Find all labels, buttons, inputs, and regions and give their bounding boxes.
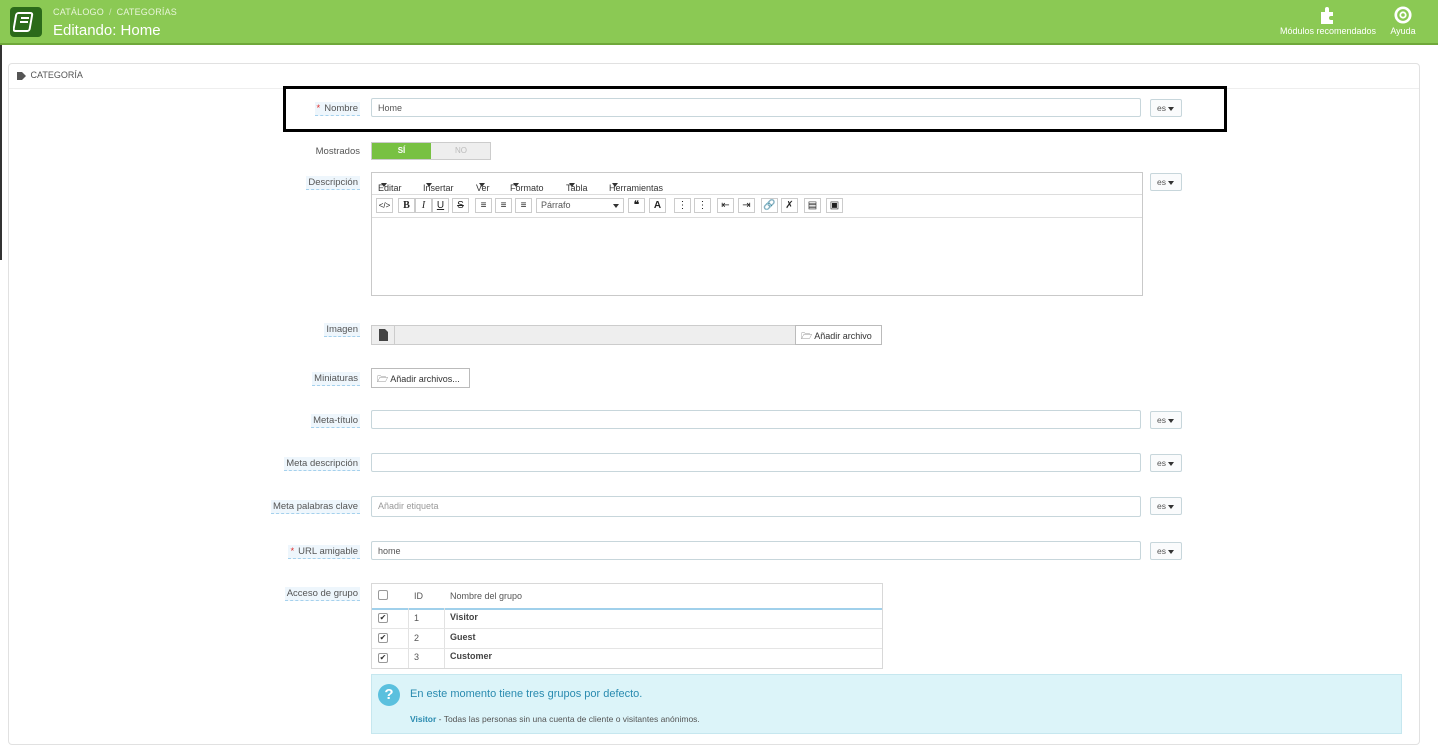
numbered-list-icon[interactable]: ⋮ (694, 198, 711, 213)
recommended-modules-button[interactable]: Módulos recomendados (1276, 6, 1380, 36)
help-button[interactable]: Ayuda (1388, 6, 1418, 36)
description-editor: Editar Insertar Ver Formato Tabla Herram… (371, 172, 1143, 296)
meta-titulo-lang-select[interactable]: es (1150, 411, 1182, 429)
mostrados-switch[interactable]: SÍ NO (371, 142, 491, 160)
folder-open-icon: 🗁 (377, 374, 389, 384)
tags-icon (17, 71, 26, 80)
imagen-label: Imagen (324, 323, 360, 337)
highlight-box (283, 86, 1227, 132)
align-right-icon[interactable]: ≡ (515, 198, 532, 213)
url-amigable-label: * URL amigable (288, 545, 360, 559)
outdent-icon[interactable]: ⇤ (717, 198, 734, 213)
meta-titulo-label: Meta-título (311, 414, 360, 428)
link-icon[interactable]: 🔗 (761, 198, 778, 213)
table-row: ✔ 3 Customer (372, 648, 882, 668)
col-name: Nombre del grupo (450, 591, 523, 601)
panel-title: CATEGORÍA (17, 70, 83, 80)
panel-title-text: CATEGORÍA (30, 70, 83, 80)
underline-icon[interactable]: U (432, 198, 449, 213)
left-edge (0, 45, 2, 260)
group-checkbox[interactable]: ✔ (378, 613, 388, 623)
miniaturas-label: Miniaturas (312, 372, 360, 386)
align-center-icon[interactable]: ≡ (495, 198, 512, 213)
editor-toolbar: </> B I U S ≡ ≡ ≡ Párrafo ❝ A ⋮ ⋮ ⇤ ⇥ 🔗 … (372, 195, 1142, 218)
caret-down-icon (1167, 549, 1174, 554)
group-checkbox[interactable]: ✔ (378, 633, 388, 643)
group-id: 2 (414, 633, 420, 643)
meta-palabras-input[interactable]: Añadir etiqueta (371, 496, 1141, 517)
info-title: En este momento tiene tres grupos por de… (410, 688, 643, 700)
puzzle-icon (1321, 7, 1333, 24)
align-left-icon[interactable]: ≡ (475, 198, 492, 213)
unlink-icon[interactable]: ✗ (781, 198, 798, 213)
file-icon (372, 326, 395, 344)
group-name: Customer (450, 651, 493, 661)
info-text: Visitor - Todas las personas sin una cue… (410, 714, 700, 724)
url-amigable-lang-select[interactable]: es (1150, 542, 1182, 560)
image-icon[interactable]: ▣ (826, 198, 843, 213)
group-access-table: ID Nombre del grupo ✔ 1 Visitor ✔ 2 Gues… (371, 583, 883, 669)
breadcrumb: CATÁLOGO / CATEGORÍAS (53, 7, 177, 17)
meta-descripcion-lang-select[interactable]: es (1150, 454, 1182, 472)
descripcion-label: Descripción (306, 176, 360, 190)
add-file-button[interactable]: 🗁 Añadir archivo (795, 325, 882, 345)
acceso-grupo-label: Acceso de grupo (284, 587, 360, 601)
editor-menubar: Editar Insertar Ver Formato Tabla Herram… (372, 173, 1142, 195)
breadcrumb-catalogo[interactable]: CATÁLOGO (53, 7, 104, 17)
question-icon: ? (378, 684, 400, 706)
mostrados-label: Mostrados (315, 146, 360, 157)
table-row: ✔ 1 Visitor (372, 608, 882, 629)
source-code-icon[interactable]: </> (376, 198, 393, 213)
meta-titulo-input[interactable] (371, 410, 1141, 429)
group-name: Visitor (450, 612, 478, 622)
meta-descripcion-input[interactable] (371, 453, 1141, 472)
descripcion-lang-select[interactable]: es (1150, 173, 1182, 191)
switch-yes[interactable]: SÍ (372, 143, 431, 159)
text-color-icon[interactable]: A (649, 198, 666, 213)
caret-down-icon (1167, 418, 1174, 423)
group-name: Guest (450, 632, 476, 642)
url-amigable-input[interactable]: home (371, 541, 1141, 560)
info-alert: ? En este momento tiene tres grupos por … (371, 674, 1402, 734)
lifebuoy-icon (1394, 6, 1412, 24)
recommended-modules-label: Módulos recomendados (1279, 26, 1377, 36)
strikethrough-icon[interactable]: S (452, 198, 469, 213)
meta-descripcion-label: Meta descripción (284, 457, 360, 471)
add-files-button[interactable]: 🗁 Añadir archivos... (371, 368, 470, 388)
top-bar: CATÁLOGO / CATEGORÍAS Editando: Home Módul… (0, 0, 1438, 45)
group-id: 1 (414, 613, 420, 623)
select-all-checkbox[interactable] (378, 590, 388, 600)
indent-icon[interactable]: ⇥ (738, 198, 755, 213)
group-checkbox[interactable]: ✔ (378, 653, 388, 663)
blockquote-icon[interactable]: ❝ (628, 198, 645, 213)
caret-down-icon (1167, 461, 1174, 466)
help-label: Ayuda (1390, 26, 1416, 36)
caret-down-icon (1167, 504, 1174, 509)
bullet-list-icon[interactable]: ⋮ (674, 198, 691, 213)
logo-icon[interactable] (10, 7, 42, 37)
col-id: ID (414, 591, 423, 601)
caret-down-icon (1167, 180, 1174, 185)
table-row: ✔ 2 Guest (372, 628, 882, 649)
bold-icon[interactable]: B (398, 198, 415, 213)
format-select[interactable]: Párrafo (536, 198, 624, 213)
table-header: ID Nombre del grupo (372, 584, 882, 610)
folder-open-icon: 🗁 (801, 331, 813, 341)
page-title: Editando: Home (53, 22, 161, 39)
switch-no[interactable]: NO (432, 143, 490, 159)
group-id: 3 (414, 652, 420, 662)
breadcrumb-categorias[interactable]: CATEGORÍAS (117, 7, 177, 17)
meta-palabras-lang-select[interactable]: es (1150, 497, 1182, 515)
meta-palabras-label: Meta palabras clave (270, 500, 360, 514)
video-icon[interactable]: ▤ (804, 198, 821, 213)
italic-icon[interactable]: I (415, 198, 432, 213)
